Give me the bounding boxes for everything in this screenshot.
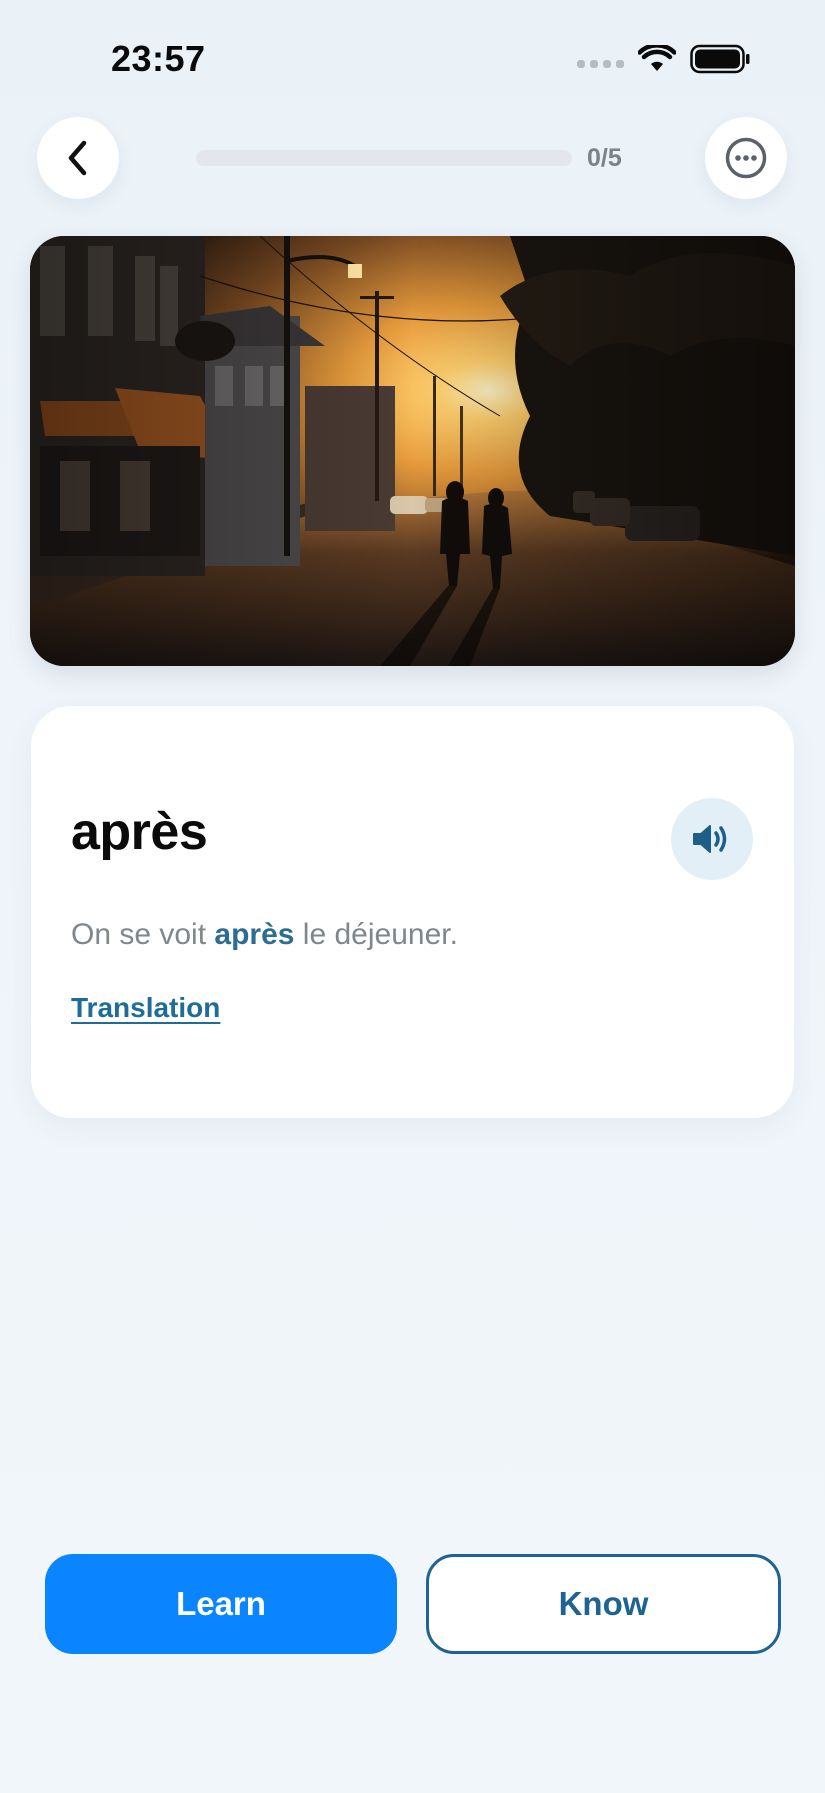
sentence-start: On se voit <box>71 918 215 951</box>
ellipsis-circle-icon <box>725 137 767 179</box>
wifi-icon <box>638 45 676 71</box>
battery-icon <box>690 44 750 74</box>
word-card: après On se voit après le déjeuner. Tran… <box>31 706 794 1118</box>
status-icons <box>577 44 750 74</box>
street-sunset-photo <box>30 236 795 666</box>
speaker-icon <box>693 825 727 853</box>
chevron-left-icon <box>68 140 87 176</box>
learn-button[interactable]: Learn <box>45 1554 397 1654</box>
sentence-end: le déjeuner. <box>294 918 458 951</box>
progress-text: 0/5 <box>587 144 622 172</box>
hero-image <box>30 236 795 666</box>
more-options-button[interactable] <box>705 117 787 199</box>
know-button[interactable]: Know <box>426 1554 781 1654</box>
sentence-highlight-word: après <box>214 918 295 951</box>
word-title: après <box>71 803 208 861</box>
status-time: 23:57 <box>111 38 206 79</box>
back-button[interactable] <box>37 117 119 199</box>
progress-bar <box>196 150 572 166</box>
example-sentence: On se voit après le déjeuner. <box>71 918 458 952</box>
cellular-signal-icon <box>577 60 624 68</box>
play-audio-button[interactable] <box>671 798 753 880</box>
translation-link[interactable]: Translation <box>71 992 220 1024</box>
